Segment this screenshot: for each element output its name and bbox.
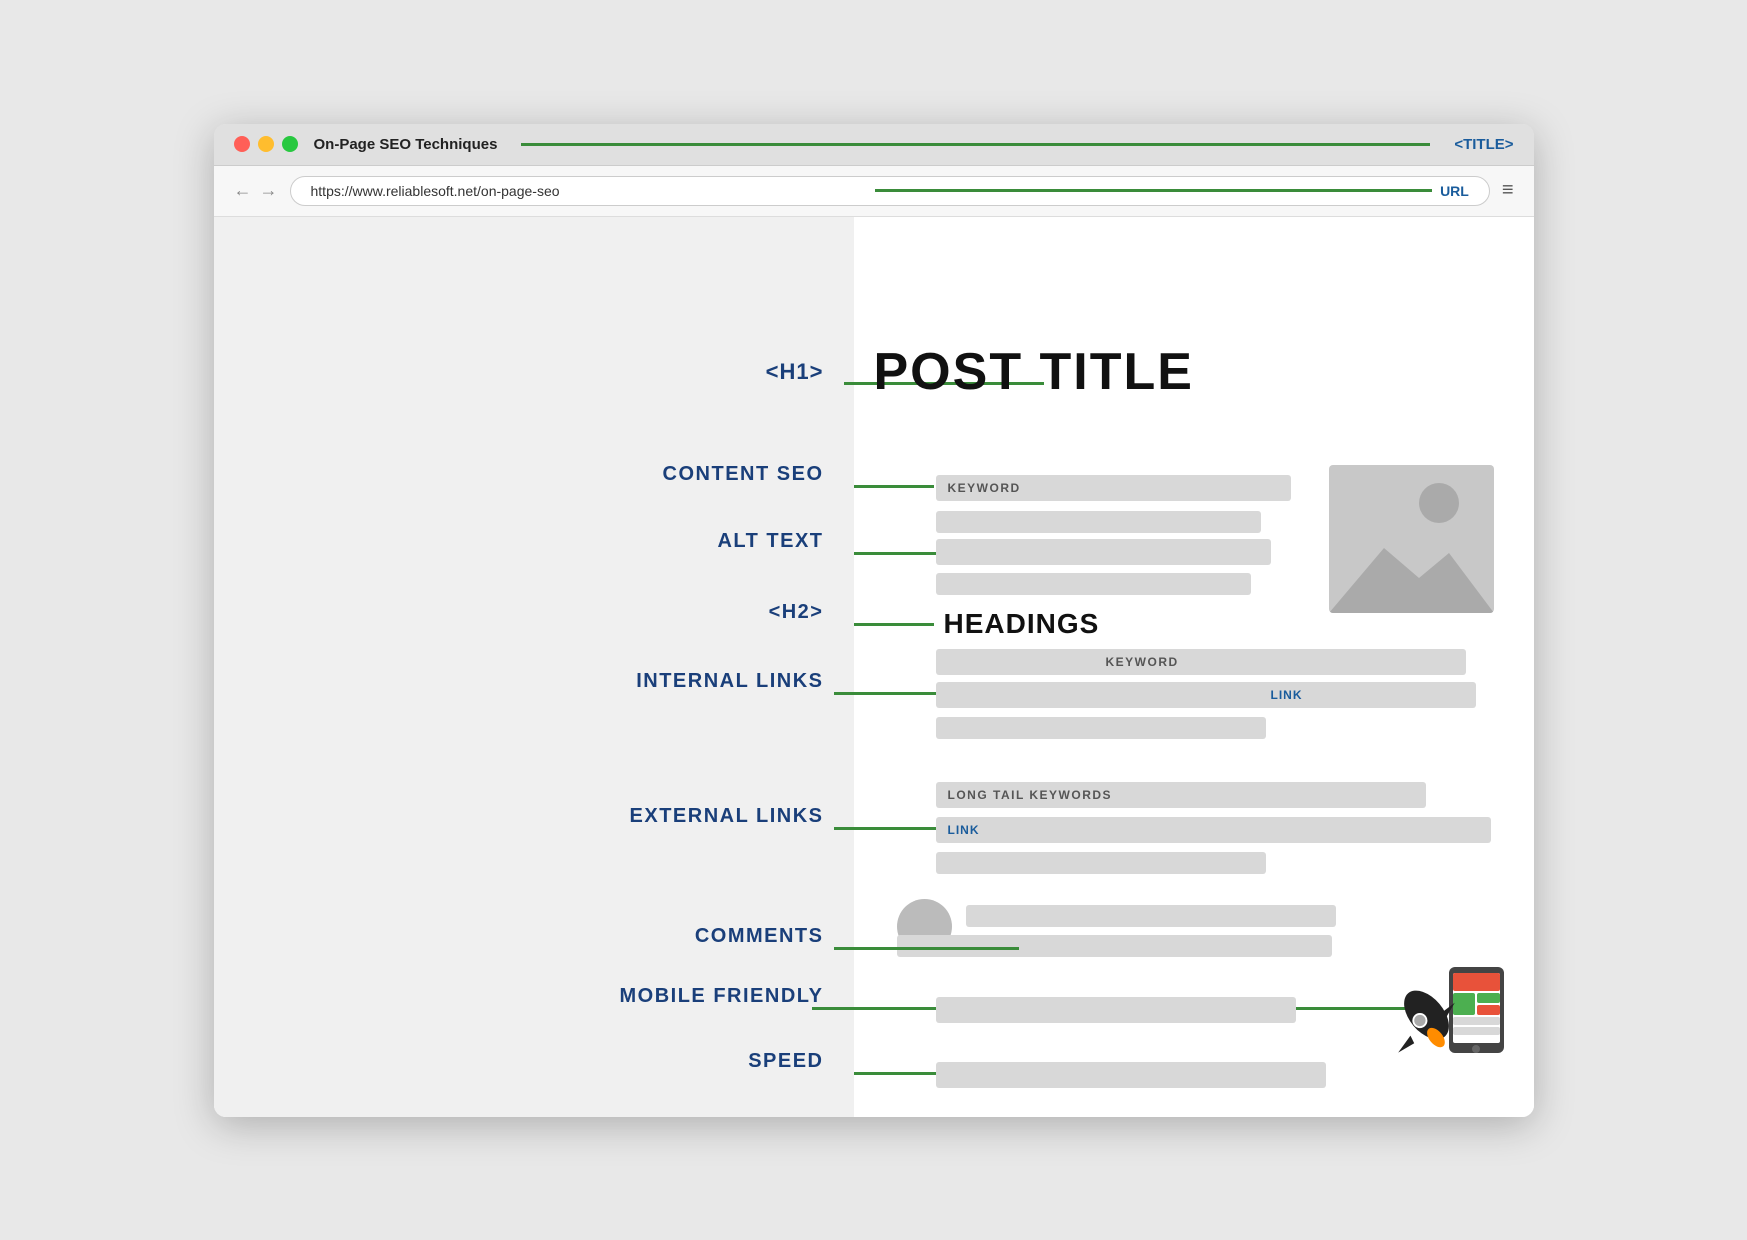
- diagram-container: <H1> POST TITLE CONTENT SEO KEYWORD: [214, 217, 1534, 1117]
- maximize-button[interactable]: [282, 136, 298, 152]
- page-title: On-Page SEO Techniques: [314, 136, 498, 153]
- diagram-left: [214, 217, 854, 1117]
- nav-buttons: ← →: [234, 180, 278, 201]
- traffic-lights: [234, 136, 298, 152]
- browser-window: On-Page SEO Techniques <TITLE> ← → https…: [214, 124, 1534, 1117]
- diagram-right: [854, 217, 1534, 1117]
- back-button[interactable]: ←: [234, 180, 252, 201]
- url-label: URL: [1440, 183, 1469, 199]
- url-line: [875, 189, 1432, 192]
- title-line: [521, 143, 1430, 146]
- menu-icon[interactable]: ≡: [1502, 179, 1514, 202]
- url-text: https://www.reliablesoft.net/on-page-seo: [311, 183, 868, 199]
- close-button[interactable]: [234, 136, 250, 152]
- address-bar: ← → https://www.reliablesoft.net/on-page…: [214, 166, 1534, 217]
- title-tag: <TITLE>: [1454, 136, 1513, 153]
- title-bar: On-Page SEO Techniques <TITLE>: [214, 124, 1534, 166]
- minimize-button[interactable]: [258, 136, 274, 152]
- forward-button[interactable]: →: [260, 180, 278, 201]
- url-bar[interactable]: https://www.reliablesoft.net/on-page-seo…: [290, 176, 1490, 206]
